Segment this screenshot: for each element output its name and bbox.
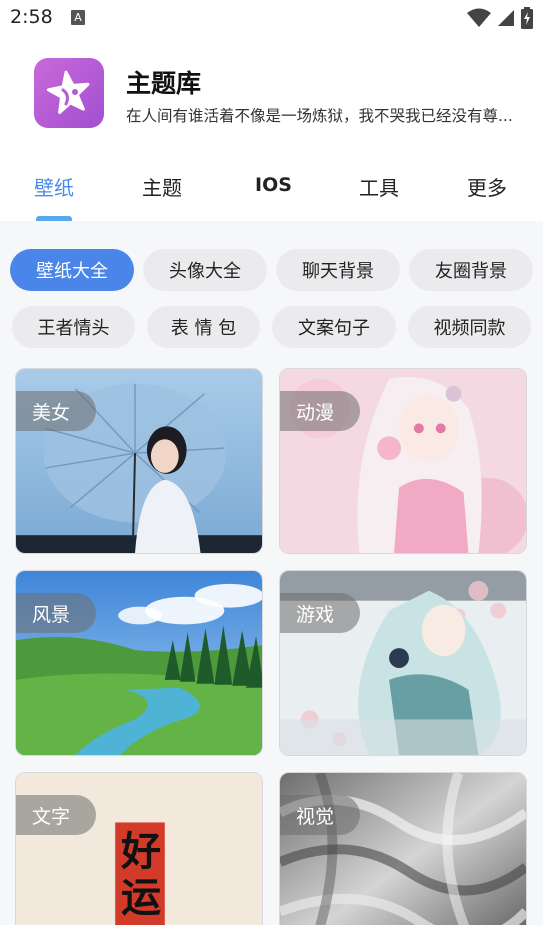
card-label: 文字 (16, 795, 97, 835)
chip-emoji-pack[interactable]: 表 情 包 (147, 306, 260, 348)
tab-ios[interactable]: IOS (255, 174, 292, 196)
chip-copywriting[interactable]: 文案句子 (272, 306, 396, 348)
chip-chat-background[interactable]: 聊天背景 (276, 249, 400, 291)
card-label: 美女 (16, 391, 97, 431)
category-card-text[interactable]: 好运 文字 (15, 772, 263, 925)
status-time: 2:58 (10, 6, 53, 28)
tab-theme[interactable]: 主题 (142, 172, 182, 201)
card-label: 风景 (16, 593, 97, 633)
category-card-beauty[interactable]: 美女 (15, 368, 263, 554)
chip-video-same[interactable]: 视频同款 (408, 306, 531, 348)
tab-more[interactable]: 更多 (467, 172, 507, 201)
tab-wallpaper[interactable]: 壁纸 (34, 172, 74, 201)
card-label: 游戏 (280, 593, 361, 633)
card-label: 视觉 (280, 795, 361, 835)
category-card-visual[interactable]: 视觉 (279, 772, 527, 925)
app-title: 主题库 (126, 69, 202, 98)
app-screen: 2:58 A 主题库 在人间有谁活着不像是一场炼狱，我不哭我已经没有尊... 壁 (0, 0, 543, 925)
chip-avatar-all[interactable]: 头像大全 (143, 249, 267, 291)
content-area: 壁纸大全 头像大全 聊天背景 友圈背景 王者情头 表 情 包 文案句子 视频同款 (0, 221, 543, 925)
chip-moments-background[interactable]: 友圈背景 (409, 249, 533, 291)
wifi-icon (467, 8, 491, 27)
top-tabs: 壁纸 主题 IOS 工具 更多 (0, 164, 543, 222)
app-logo (34, 58, 104, 128)
card-label: 动漫 (280, 391, 361, 431)
status-bar: 2:58 A (0, 0, 543, 36)
chip-wallpaper-all[interactable]: 壁纸大全 (10, 249, 134, 291)
star-logo-icon (46, 70, 90, 114)
battery-icon (521, 7, 533, 29)
chip-honor-of-kings-avatar[interactable]: 王者情头 (12, 306, 135, 348)
category-card-anime[interactable]: 动漫 (279, 368, 527, 554)
status-icons (467, 7, 533, 29)
notification-icon: A (71, 10, 85, 25)
category-card-landscape[interactable]: 风景 (15, 570, 263, 756)
tab-tools[interactable]: 工具 (359, 172, 399, 201)
calligraphy-text: 好运 (121, 828, 161, 921)
app-subtitle: 在人间有谁活着不像是一场炼狱，我不哭我已经没有尊... (126, 107, 513, 125)
category-card-game[interactable]: 游戏 (279, 570, 527, 756)
signal-icon (498, 10, 514, 26)
